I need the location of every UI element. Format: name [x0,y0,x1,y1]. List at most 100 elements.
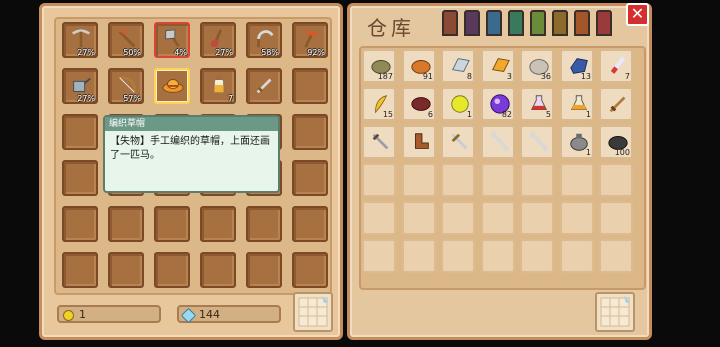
storage-tab[interactable] [596,10,612,36]
storage-slot[interactable] [362,163,396,197]
inventory-slot[interactable] [154,68,190,104]
storage-slot[interactable] [362,201,396,235]
storage-slot[interactable]: 5 [520,87,554,121]
inventory-slot[interactable] [292,114,328,150]
inventory-slot[interactable] [246,68,282,104]
inventory-slot[interactable] [292,206,328,242]
inventory-slot[interactable]: 50% [108,22,144,58]
steel-sword-icon [451,133,468,150]
storage-slot[interactable]: 8 [441,49,475,83]
storage-slot[interactable] [441,239,475,273]
inventory-sort-button[interactable] [293,292,333,332]
storage-slot[interactable] [560,163,594,197]
inventory-slot[interactable] [62,114,98,150]
storage-slot[interactable] [481,239,515,273]
storage-slot[interactable] [481,163,515,197]
storage-tab[interactable] [552,10,568,36]
storage-slot[interactable] [560,201,594,235]
storage-slot[interactable] [481,125,515,159]
storage-slot[interactable] [520,125,554,159]
storage-tab[interactable] [574,10,590,36]
sickle-icon [257,30,274,48]
inventory-slot[interactable]: 7 [200,68,236,104]
storage-slot[interactable] [441,201,475,235]
inventory-slot[interactable]: 58% [246,22,282,58]
storage-slot[interactable] [441,163,475,197]
axe-icon [165,29,180,48]
storage-slot[interactable] [481,201,515,235]
storage-slot[interactable] [402,163,436,197]
storage-tab[interactable] [508,10,524,36]
grid-icon [600,296,630,327]
storage-slot[interactable]: 13 [560,49,594,83]
storage-slot[interactable] [560,239,594,273]
storage-slot[interactable] [402,201,436,235]
inventory-slot[interactable]: 57% [108,68,144,104]
storage-slot[interactable] [599,87,633,121]
storage-slot[interactable]: 3 [481,49,515,83]
inventory-slot[interactable] [200,206,236,242]
storage-slot[interactable] [520,239,554,273]
storage-tab[interactable] [530,10,546,36]
inventory-slot[interactable] [62,206,98,242]
storage-slot[interactable]: 36 [520,49,554,83]
storage-sort-button[interactable] [595,292,635,332]
storage-slot[interactable] [362,239,396,273]
storage-tab[interactable] [442,10,458,36]
storage-slot[interactable]: 7 [599,49,633,83]
item-count: 4% [174,48,187,57]
storage-slot[interactable]: 1 [560,87,594,121]
inventory-slot[interactable]: 27% [62,22,98,58]
storage-tab[interactable] [464,10,480,36]
inventory-slot[interactable] [154,252,190,288]
storage-slot[interactable] [520,163,554,197]
storage-slot[interactable]: 6 [402,87,436,121]
storage-slot[interactable] [402,239,436,273]
inventory-slot[interactable] [200,252,236,288]
item-count: 8 [466,72,472,81]
inventory-slot[interactable] [108,206,144,242]
inventory-slot[interactable] [62,160,98,196]
inventory-slot[interactable] [62,252,98,288]
storage-slot[interactable] [362,125,396,159]
inventory-slot[interactable] [108,252,144,288]
storage-slot[interactable]: 91 [402,49,436,83]
storage-slot[interactable] [599,201,633,235]
storage-slot[interactable] [402,125,436,159]
item-count: 1 [585,110,591,119]
storage-slot[interactable] [520,201,554,235]
inventory-slot[interactable] [154,206,190,242]
coin-count: 1 [79,308,86,321]
storage-slot[interactable] [441,125,475,159]
storage-slot[interactable]: 1 [441,87,475,121]
inventory-slot[interactable]: 27% [200,22,236,58]
inventory-slot[interactable]: 92% [292,22,328,58]
shovel-icon [210,29,223,48]
inventory-slot[interactable] [292,68,328,104]
close-button[interactable]: ✕ [626,3,649,26]
storage-tab[interactable] [486,10,502,36]
storage-slot[interactable]: 82 [481,87,515,121]
item-count: 1 [585,148,591,157]
wooden-sword-icon [609,96,626,113]
storage-slot[interactable] [599,239,633,273]
inventory-slot[interactable] [246,252,282,288]
item-count: 57% [123,94,141,103]
inventory-slot[interactable] [292,160,328,196]
storage-slot[interactable] [599,163,633,197]
item-count: 27% [77,48,95,57]
inventory-slot[interactable] [246,206,282,242]
inventory-slot[interactable] [292,252,328,288]
storage-slot[interactable]: 15 [362,87,396,121]
storage-slot[interactable]: 100 [599,125,633,159]
inventory-slot[interactable]: 27% [62,68,98,104]
inventory-slot[interactable]: 4% [154,22,190,58]
bone-icon [490,131,510,152]
item-count: 3 [506,72,512,81]
storage-slot[interactable]: 187 [362,49,396,83]
storage-slot[interactable]: 1 [560,125,594,159]
hoe-icon [118,29,136,48]
item-count: 187 [377,72,393,81]
item-tooltip: 编织草帽 【失物】手工编织的草帽，上面还画了一匹马。 [103,115,280,193]
sword-icon [256,78,272,94]
